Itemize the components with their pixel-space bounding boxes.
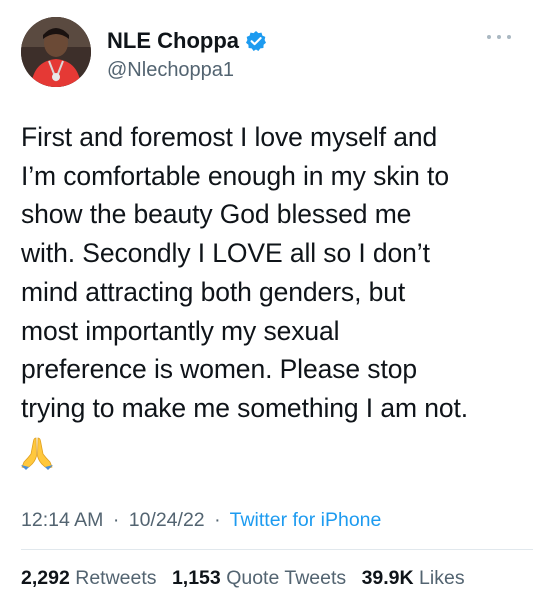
author-name-row: NLE Choppa — [107, 27, 267, 55]
avatar[interactable] — [21, 17, 91, 87]
likes-stat[interactable]: 39.9K Likes — [362, 567, 465, 590]
tweet-text: First and foremost I love myself and I’m… — [21, 122, 468, 423]
folded-hands-icon — [18, 434, 56, 472]
more-dot — [507, 35, 511, 39]
more-dot — [497, 35, 501, 39]
retweets-count: 2,292 — [21, 567, 70, 589]
likes-count: 39.9K — [361, 567, 414, 589]
retweets-label: Retweets — [75, 567, 157, 589]
tweet-date[interactable]: 10/24/22 — [129, 509, 205, 531]
likes-label: Likes — [419, 567, 465, 589]
divider — [21, 549, 533, 550]
more-options-icon[interactable] — [487, 30, 511, 44]
tweet-stats: 2,292 Retweets 1,153 Quote Tweets 39.9K … — [21, 567, 475, 590]
tweet-source-link[interactable]: Twitter for iPhone — [230, 509, 382, 531]
retweets-stat[interactable]: 2,292 Retweets — [21, 567, 157, 590]
more-dot — [487, 35, 491, 39]
tweet-time[interactable]: 12:14 AM — [21, 509, 103, 531]
quote-tweets-stat[interactable]: 1,153 Quote Tweets — [172, 567, 346, 590]
meta-separator: · — [214, 509, 221, 531]
author-handle[interactable]: @Nlechoppa1 — [107, 59, 234, 82]
quote-tweets-label: Quote Tweets — [226, 567, 347, 589]
tweet-meta: 12:14 AM · 10/24/22 · Twitter for iPhone — [21, 509, 381, 532]
verified-badge-icon — [245, 30, 267, 52]
meta-separator: · — [112, 509, 120, 531]
avatar-image — [21, 17, 91, 87]
tweet-card: NLE Choppa @Nlechoppa1 First and foremos… — [0, 0, 533, 600]
quote-tweets-count: 1,153 — [171, 567, 221, 589]
display-name[interactable]: NLE Choppa — [107, 28, 239, 54]
